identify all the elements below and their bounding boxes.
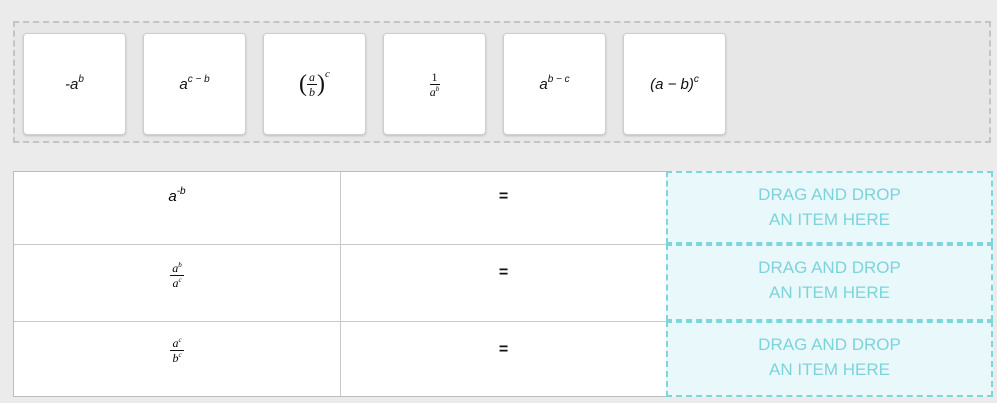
num-exponent: c xyxy=(178,336,182,344)
drop-hint-line1: DRAG AND DROP xyxy=(758,185,901,204)
open-paren: ( xyxy=(299,71,308,97)
answer-bank: -ab ac − b ( ab ) c 1 ab ab − c (a − b)c xyxy=(13,21,991,143)
drop-zone-3[interactable]: DRAG AND DROP AN ITEM HERE xyxy=(666,321,993,397)
drop-zone-2[interactable]: DRAG AND DROP AN ITEM HERE xyxy=(666,244,993,321)
expr-base: a xyxy=(168,188,177,205)
fraction: ab xyxy=(307,69,318,99)
drop-hint-line1: DRAG AND DROP xyxy=(758,335,901,354)
matching-table: a-b = ab ac = ac bc = DRAG AND DROP AN I… xyxy=(13,171,993,397)
denominator: ab xyxy=(428,85,442,98)
tile-expression: ab − c xyxy=(539,73,570,93)
denominator: bc xyxy=(170,351,183,365)
denominator: b xyxy=(309,84,316,99)
expression-cell: ac bc xyxy=(14,321,341,396)
tile-exponent: c xyxy=(325,68,330,80)
drop-hint-line2: AN ITEM HERE xyxy=(769,360,890,379)
tile-expression: (a − b)c xyxy=(650,73,699,93)
tile-expression: ( ab ) c xyxy=(299,68,330,99)
drop-hint-line2: AN ITEM HERE xyxy=(769,283,890,302)
expression-cell: ab ac xyxy=(14,244,341,321)
tile-neg-a-pow-b[interactable]: -ab xyxy=(23,33,126,135)
equals-cell: = xyxy=(498,341,509,358)
tile-a-pow-b-minus-c[interactable]: ab − c xyxy=(503,33,606,135)
num-exponent: b xyxy=(178,261,182,269)
fraction: 1 ab xyxy=(428,71,442,98)
tile-exponent: c xyxy=(693,73,699,85)
equals-cell: = xyxy=(498,188,509,205)
drop-hint-line2: AN ITEM HERE xyxy=(769,210,890,229)
den-exponent: c xyxy=(178,351,182,359)
fraction: ac bc xyxy=(170,336,184,396)
den-exponent: b xyxy=(435,84,440,93)
expression: a-b xyxy=(168,186,186,244)
close-paren: ) xyxy=(317,71,326,97)
drop-zone-1[interactable]: DRAG AND DROP AN ITEM HERE xyxy=(666,171,993,244)
tile-exponent: c − b xyxy=(187,73,210,85)
tile-a-pow-c-minus-b[interactable]: ac − b xyxy=(143,33,246,135)
fraction: ab ac xyxy=(170,262,184,290)
denominator: ac xyxy=(170,276,183,290)
den-exponent: c xyxy=(178,276,182,284)
numerator: ac xyxy=(170,336,184,351)
tile-a-minus-b-pow-c[interactable]: (a − b)c xyxy=(623,33,726,135)
numerator: 1 xyxy=(429,69,440,85)
expression-cell: a-b xyxy=(14,172,341,244)
tile-one-over-a-pow-b[interactable]: 1 ab xyxy=(383,33,486,135)
numerator: a xyxy=(307,69,318,85)
tile-base: a xyxy=(539,75,548,93)
equals-cell: = xyxy=(498,264,509,281)
tile-expression: -ab xyxy=(65,73,84,93)
tile-base: (a − b) xyxy=(650,75,694,93)
tile-expression: ac − b xyxy=(179,73,210,93)
tile-exponent: b xyxy=(78,73,84,85)
tile-a-over-b-pow-c[interactable]: ( ab ) c xyxy=(263,33,366,135)
tile-base: -a xyxy=(65,75,79,93)
tile-exponent: b − c xyxy=(547,73,570,85)
numerator: ab xyxy=(170,262,184,276)
expr-exponent: -b xyxy=(176,186,186,197)
tile-base: a xyxy=(179,75,188,93)
drop-hint-line1: DRAG AND DROP xyxy=(758,258,901,277)
